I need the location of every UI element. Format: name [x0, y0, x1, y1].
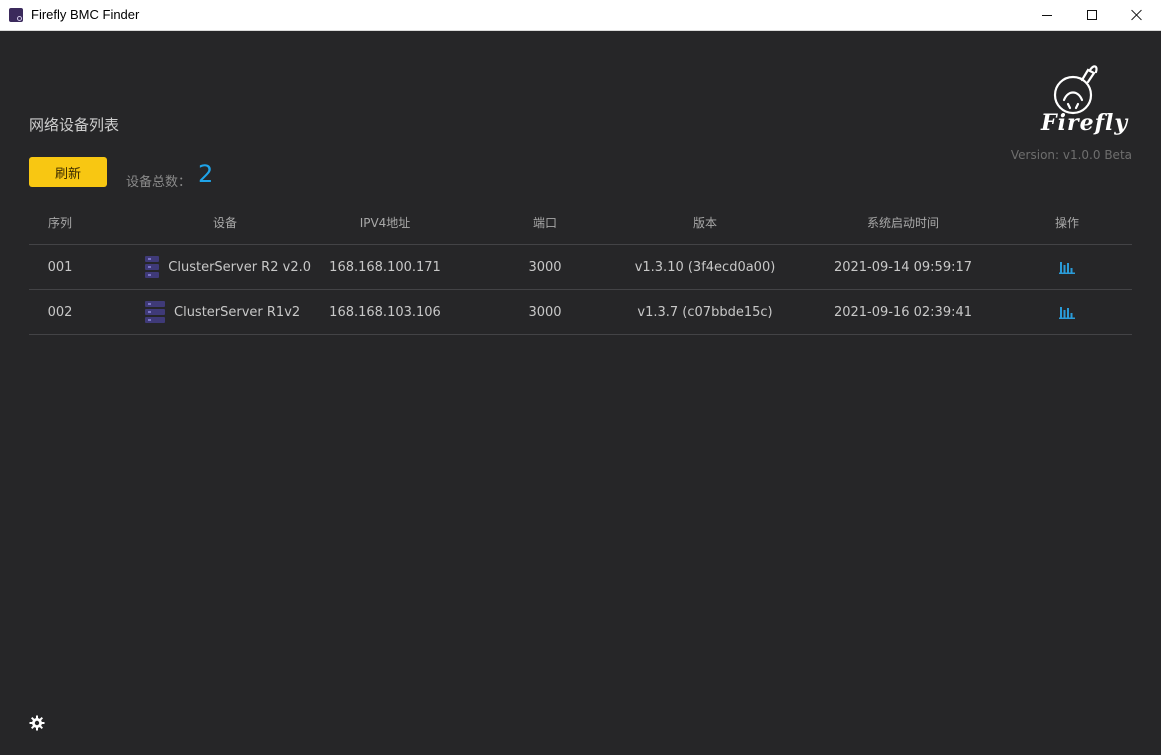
row-version: v1.3.7 (c07bbde15c) — [637, 304, 773, 320]
row-device: ClusterServer R2 v2.0 — [139, 245, 311, 289]
device-count-label: 设备总数： — [126, 175, 192, 190]
row-boot-time: 2021-09-16 02:39:41 — [833, 304, 973, 320]
row-action — [1037, 245, 1097, 289]
row-device: ClusterServer R1v2 — [139, 290, 311, 334]
row-port: 3000 — [528, 259, 562, 275]
row-boot-time: 2021-09-14 09:59:17 — [833, 259, 973, 275]
header-port: 端口 — [532, 215, 557, 230]
window-title: Firefly BMC Finder — [31, 7, 140, 22]
header-device: 设备 — [212, 215, 237, 230]
header-boot-time: 系统启动时间 — [866, 215, 939, 230]
gear-icon[interactable] — [29, 715, 45, 731]
close-button[interactable] — [1114, 0, 1160, 30]
header-ipv4: IPV4地址 — [359, 215, 411, 230]
page-title: 网络设备列表 — [29, 116, 120, 134]
row-ipv4: 168.168.100.171 — [329, 259, 441, 275]
header-version: 版本 — [692, 215, 717, 230]
header-action: 操作 — [1054, 215, 1079, 230]
server-icon — [145, 256, 160, 278]
bar-chart-icon[interactable] — [1059, 305, 1075, 319]
row-version: v1.3.10 (3f4ecd0a00) — [634, 259, 776, 275]
row-device-name: ClusterServer R2 v2.0 — [168, 259, 311, 275]
row-port: 3000 — [528, 304, 562, 320]
table-row[interactable]: 002 ClusterServer R1v2 168.168.103.106 3… — [29, 290, 1132, 335]
table-row[interactable]: 001 ClusterServer R2 v2.0 168.168.100.17… — [29, 245, 1132, 290]
row-device-name: ClusterServer R1v2 — [174, 304, 301, 320]
device-count-value: 2 — [198, 160, 214, 188]
app-icon — [9, 8, 23, 22]
minimize-icon — [1042, 14, 1052, 16]
brand-logo-text: Firefly — [1041, 110, 1129, 136]
header-index: 序列 — [47, 215, 72, 230]
row-index: 002 — [47, 304, 73, 320]
table-header-row: 序列 设备 IPV4地址 端口 版本 系统启动时间 操作 — [29, 200, 1132, 245]
server-icon — [145, 301, 165, 323]
row-ipv4: 168.168.103.106 — [329, 304, 441, 320]
maximize-icon — [1087, 10, 1097, 20]
version-label: Version: v1.0.0 Beta — [1010, 148, 1132, 162]
bar-chart-icon[interactable] — [1059, 260, 1075, 274]
title-bar: Firefly BMC Finder — [0, 0, 1161, 31]
minimize-button[interactable] — [1024, 0, 1070, 30]
refresh-button[interactable]: 刷新 — [29, 157, 107, 187]
row-action — [1037, 290, 1097, 334]
device-table: 序列 设备 IPV4地址 端口 版本 系统启动时间 操作 001 Cluster… — [29, 200, 1132, 335]
close-icon — [1131, 9, 1143, 21]
maximize-button[interactable] — [1069, 0, 1115, 30]
row-index: 001 — [47, 259, 73, 275]
